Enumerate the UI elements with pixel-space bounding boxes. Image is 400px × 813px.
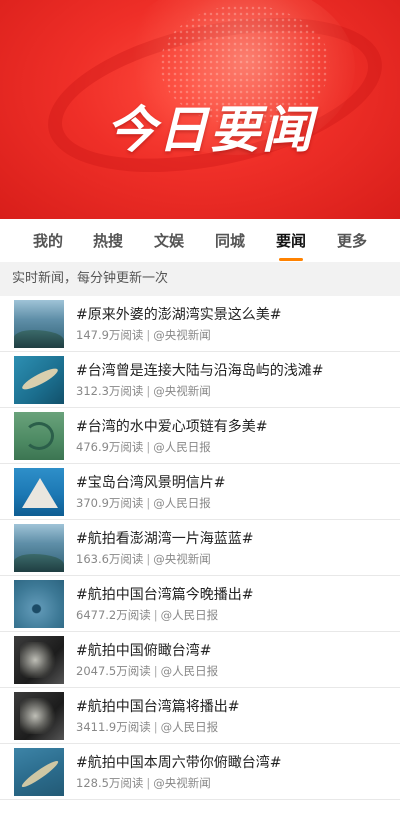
tab-more[interactable]: 更多 (337, 230, 367, 251)
item-topic: #航拍看澎湖湾一片海蓝蓝# (76, 531, 254, 547)
item-reads: 3411.9万阅读 (76, 720, 151, 734)
tab-label: 我的 (33, 232, 64, 250)
list-item[interactable]: #台湾曾是连接大陆与沿海岛屿的浅滩# 312.3万阅读 | @央视新闻 (0, 352, 400, 408)
banner-title: 今日要闻 (106, 101, 314, 159)
blue-sea-icon (14, 580, 64, 628)
island-sandbar-icon (14, 356, 64, 404)
item-meta: 163.6万阅读 | @央视新闻 (76, 552, 211, 566)
item-reads: 2047.5万阅读 (76, 664, 151, 678)
tab-headlines[interactable]: 要闻 (276, 230, 307, 261)
item-topic: #航拍中国台湾篇今晚播出# (76, 587, 254, 603)
item-reads: 163.6万阅读 (76, 552, 144, 566)
item-meta: 476.9万阅读 | @人民日报 (76, 440, 211, 454)
tab-hot-search[interactable]: 热搜 (93, 230, 123, 251)
item-source[interactable]: @人民日报 (161, 664, 219, 678)
item-meta: 370.9万阅读 | @人民日报 (76, 496, 211, 510)
item-reads: 312.3万阅读 (76, 384, 144, 398)
item-topic: #航拍中国俯瞰台湾# (76, 643, 212, 659)
documentary-poster-icon (14, 636, 64, 684)
list-item[interactable]: #原来外婆的澎湖湾实景这么美# 147.9万阅读 | @央视新闻 (0, 296, 400, 352)
header-banner: 今日要闻 (0, 0, 400, 219)
list-item[interactable]: #航拍中国台湾篇今晚播出# 6477.2万阅读 | @人民日报 (0, 576, 400, 632)
tab-label: 同城 (215, 232, 246, 250)
tab-label: 更多 (337, 232, 368, 250)
tab-label: 热搜 (93, 232, 124, 250)
news-list: #原来外婆的澎湖湾实景这么美# 147.9万阅读 | @央视新闻 #台湾曾是连接大陆… (0, 296, 400, 800)
item-meta: 312.3万阅读 | @央视新闻 (76, 384, 211, 398)
item-meta: 128.5万阅读 | @央视新闻 (76, 776, 211, 790)
tab-mine[interactable]: 我的 (33, 230, 63, 251)
green-islet-icon (14, 412, 64, 460)
item-topic: #航拍中国台湾篇将播出# (76, 699, 240, 715)
item-meta: 3411.9万阅读 | @人民日报 (76, 720, 219, 734)
mountain-island-icon (14, 468, 64, 516)
item-topic: #原来外婆的澎湖湾实景这么美# (76, 307, 282, 323)
item-source[interactable]: @人民日报 (161, 608, 219, 622)
item-source[interactable]: @央视新闻 (153, 328, 211, 342)
item-topic: #航拍中国本周六带你俯瞰台湾# (76, 755, 282, 771)
tab-local[interactable]: 同城 (215, 230, 245, 251)
list-item[interactable]: #航拍看澎湖湾一片海蓝蓝# 163.6万阅读 | @央视新闻 (0, 520, 400, 576)
tab-entertainment[interactable]: 文娱 (154, 230, 184, 251)
list-item[interactable]: #台湾的水中爱心项链有多美# 476.9万阅读 | @人民日报 (0, 408, 400, 464)
documentary-poster-icon (14, 692, 64, 740)
list-item[interactable]: #航拍中国俯瞰台湾# 2047.5万阅读 | @人民日报 (0, 632, 400, 688)
sea-aerial-icon (14, 300, 64, 348)
sea-aerial-icon (14, 524, 64, 572)
item-reads: 147.9万阅读 (76, 328, 144, 342)
item-topic: #台湾曾是连接大陆与沿海岛屿的浅滩# (76, 363, 324, 379)
item-source[interactable]: @人民日报 (153, 496, 211, 510)
list-item[interactable]: #航拍中国台湾篇将播出# 3411.9万阅读 | @人民日报 (0, 688, 400, 744)
item-meta: 147.9万阅读 | @央视新闻 (76, 328, 211, 342)
tab-label: 要闻 (276, 232, 307, 250)
item-source[interactable]: @央视新闻 (153, 384, 211, 398)
active-tab-indicator (279, 258, 303, 261)
item-reads: 476.9万阅读 (76, 440, 144, 454)
item-source[interactable]: @央视新闻 (153, 552, 211, 566)
item-source[interactable]: @人民日报 (161, 720, 219, 734)
tab-label: 文娱 (154, 232, 185, 250)
item-source[interactable]: @人民日报 (153, 440, 211, 454)
item-source[interactable]: @央视新闻 (153, 776, 211, 790)
item-meta: 2047.5万阅读 | @人民日报 (76, 664, 219, 678)
item-topic: #宝岛台湾风景明信片# (76, 475, 226, 491)
update-notice: 实时新闻，每分钟更新一次 (0, 262, 400, 296)
list-item[interactable]: #宝岛台湾风景明信片# 370.9万阅读 | @人民日报 (0, 464, 400, 520)
list-item[interactable]: #航拍中国本周六带你俯瞰台湾# 128.5万阅读 | @央视新闻 (0, 744, 400, 800)
coastline-icon (14, 748, 64, 796)
item-reads: 6477.2万阅读 (76, 608, 151, 622)
category-tabs: 我的 热搜 文娱 同城 要闻 更多 (0, 219, 400, 262)
item-reads: 128.5万阅读 (76, 776, 144, 790)
item-topic: #台湾的水中爱心项链有多美# (76, 419, 268, 435)
item-meta: 6477.2万阅读 | @人民日报 (76, 608, 219, 622)
item-reads: 370.9万阅读 (76, 496, 144, 510)
